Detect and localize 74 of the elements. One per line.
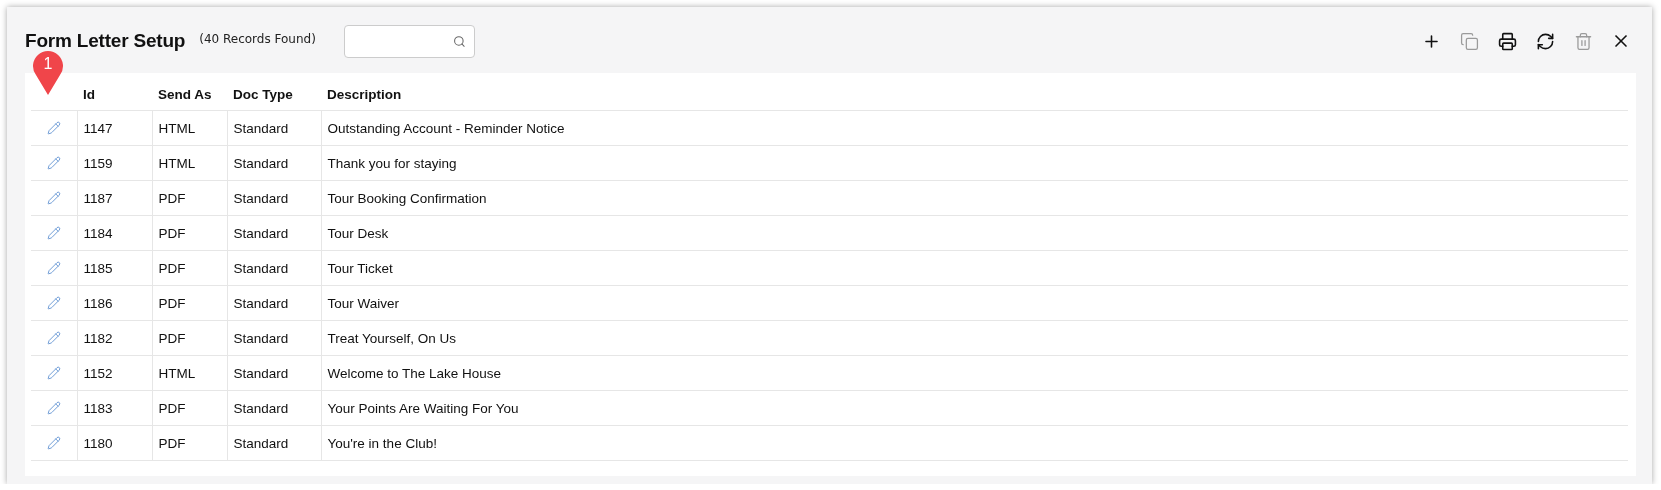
- table-cell: PDF: [152, 180, 227, 216]
- pencil-icon: [46, 436, 61, 450]
- table-cell: Standard: [227, 110, 321, 146]
- column-header[interactable]: Id: [77, 79, 152, 111]
- column-header[interactable]: Doc Type: [227, 79, 321, 111]
- table-cell: Your Points Are Waiting For You: [321, 390, 1628, 426]
- table-cell: PDF: [152, 250, 227, 286]
- table-cell: Standard: [227, 180, 321, 216]
- pencil-icon: [46, 366, 61, 380]
- table-cell: Standard: [227, 145, 321, 181]
- window-title: Form Letter Setup: [25, 30, 186, 52]
- edit-button[interactable]: [46, 156, 61, 170]
- edit-button[interactable]: [46, 436, 61, 450]
- table-cell: 1147: [77, 110, 152, 146]
- edit-button[interactable]: [46, 296, 61, 310]
- table-cell: 1152: [77, 355, 152, 391]
- pencil-icon: [46, 226, 61, 240]
- table-cell: HTML: [152, 110, 227, 146]
- table-cell: Standard: [227, 250, 321, 286]
- table-cell: 1185: [77, 250, 152, 286]
- copy-icon: [1459, 31, 1479, 51]
- edit-button[interactable]: [46, 121, 61, 135]
- delete-icon: [1573, 31, 1593, 51]
- table-cell: Tour Desk: [321, 215, 1628, 251]
- table-cell: 1184: [77, 215, 152, 251]
- edit-button[interactable]: [46, 331, 61, 345]
- print-icon: [1497, 31, 1517, 51]
- edit-button[interactable]: [46, 401, 61, 415]
- table-cell: Thank you for staying: [321, 145, 1628, 181]
- table-cell: Standard: [227, 390, 321, 426]
- edit-button[interactable]: [46, 366, 61, 380]
- edit-button[interactable]: [46, 191, 61, 205]
- table-cell: PDF: [152, 285, 227, 321]
- table-cell: HTML: [152, 355, 227, 391]
- table-cell: 1186: [77, 285, 152, 321]
- table-cell: 1187: [77, 180, 152, 216]
- column-header[interactable]: Send As: [152, 79, 227, 111]
- edit-button[interactable]: [46, 226, 61, 240]
- table-cell: PDF: [152, 320, 227, 356]
- table-cell: HTML: [152, 145, 227, 181]
- record-count: (40 Records Found): [199, 32, 316, 46]
- callout-number: 1: [42, 55, 54, 73]
- callout-marker: [31, 51, 65, 95]
- table-cell: PDF: [152, 425, 227, 461]
- table-cell: Standard: [227, 320, 321, 356]
- table-cell: Treat Yourself, On Us: [321, 320, 1628, 356]
- pencil-icon: [46, 121, 61, 135]
- table-cell: Standard: [227, 215, 321, 251]
- table-cell: 1159: [77, 145, 152, 181]
- table-cell: Standard: [227, 285, 321, 321]
- pencil-icon: [46, 331, 61, 345]
- table-cell: Standard: [227, 425, 321, 461]
- table-cell: PDF: [152, 390, 227, 426]
- table-cell: Standard: [227, 355, 321, 391]
- search-icon: [453, 33, 466, 49]
- edit-button[interactable]: [46, 261, 61, 275]
- pencil-icon: [46, 401, 61, 415]
- table-cell: Tour Ticket: [321, 250, 1628, 286]
- pencil-icon: [46, 191, 61, 205]
- table-cell: Tour Booking Confirmation: [321, 180, 1628, 216]
- table-cell: 1180: [77, 425, 152, 461]
- table-cell: 1182: [77, 320, 152, 356]
- pencil-icon: [46, 261, 61, 275]
- table-cell: You're in the Club!: [321, 425, 1628, 461]
- pencil-icon: [46, 296, 61, 310]
- pencil-icon: [46, 156, 61, 170]
- refresh-icon: [1535, 31, 1555, 51]
- table-cell: 1183: [77, 390, 152, 426]
- table-cell: Welcome to The Lake House: [321, 355, 1628, 391]
- table-cell: Tour Waiver: [321, 285, 1628, 321]
- column-header[interactable]: Description: [321, 79, 1628, 111]
- table-cell: PDF: [152, 215, 227, 251]
- search-field[interactable]: [343, 24, 475, 58]
- table-cell: Outstanding Account - Reminder Notice: [321, 110, 1628, 146]
